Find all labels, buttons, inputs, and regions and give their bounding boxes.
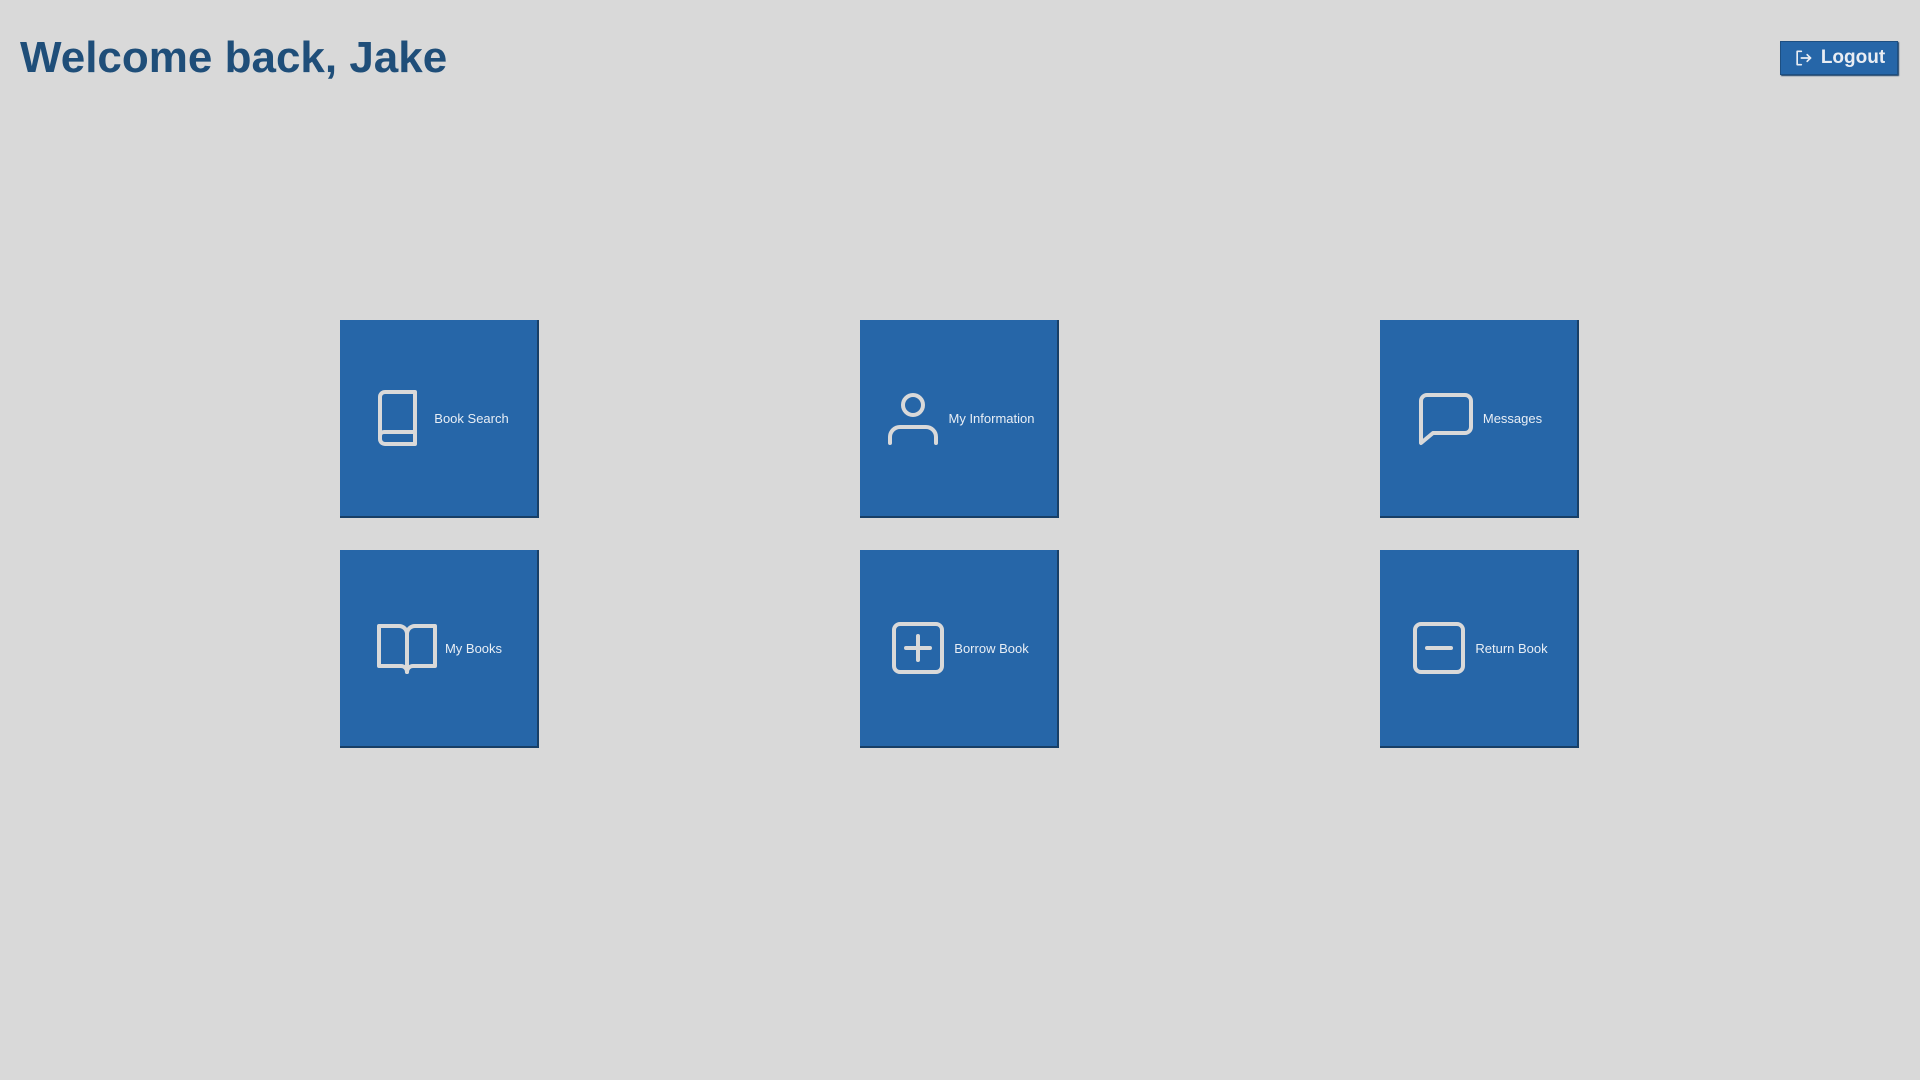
logout-label: Logout xyxy=(1820,47,1886,68)
welcome-heading: Welcome back, Jake xyxy=(20,33,448,82)
book-search-label: Book Search xyxy=(434,410,509,426)
my-books-tile[interactable]: My Books xyxy=(340,550,539,748)
person-icon xyxy=(883,387,943,449)
my-information-tile[interactable]: My Information xyxy=(860,320,1059,518)
my-books-label: My Books xyxy=(444,640,503,656)
open-book-icon xyxy=(375,618,439,678)
minus-square-icon xyxy=(1409,618,1469,678)
return-book-tile[interactable]: Return Book xyxy=(1380,550,1579,748)
borrow-book-tile[interactable]: Borrow Book xyxy=(860,550,1059,748)
my-information-label: My Information xyxy=(948,410,1035,426)
messages-tile[interactable]: Messages xyxy=(1380,320,1579,518)
borrow-book-label: Borrow Book xyxy=(954,640,1029,656)
logout-icon xyxy=(1793,48,1813,68)
chat-bubble-icon xyxy=(1415,387,1477,449)
book-icon xyxy=(368,387,428,449)
return-book-label: Return Book xyxy=(1475,640,1548,656)
dashboard: Welcome back, Jake Logout Book Search My… xyxy=(0,0,1920,1080)
plus-square-icon xyxy=(888,618,948,678)
messages-label: Messages xyxy=(1482,410,1543,426)
logout-button[interactable]: Logout xyxy=(1780,41,1898,75)
book-search-tile[interactable]: Book Search xyxy=(340,320,539,518)
